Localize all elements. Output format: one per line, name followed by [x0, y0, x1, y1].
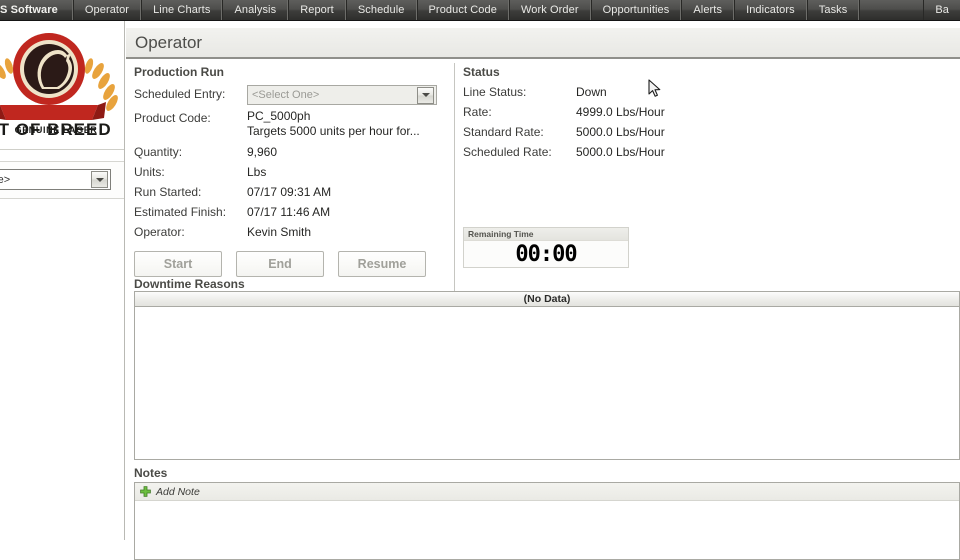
menu-item-tasks[interactable]: Tasks	[806, 0, 860, 20]
scheduled-rate-value: 5000.0 Lbs/Hour	[576, 145, 665, 159]
notes-grid[interactable]: Add Note	[134, 482, 960, 560]
remaining-time-caption: Remaining Time	[464, 228, 628, 241]
add-note-button[interactable]: Add Note	[135, 483, 959, 501]
standard-rate-label: Standard Rate:	[463, 125, 544, 139]
run-started-value: 07/17 09:31 AM	[247, 185, 332, 199]
sidebar-line-select[interactable]: One>	[0, 169, 111, 190]
field-line-status: Line Status: Down	[463, 83, 763, 102]
field-scheduled-entry: Scheduled Entry: <Select One>	[134, 85, 454, 105]
production-run-title: Production Run	[134, 65, 224, 79]
remaining-time-widget: Remaining Time 00:00	[463, 227, 629, 268]
menu-item-label: Analysis	[234, 4, 277, 16]
horse-head-emblem-icon: ST OF BREED	[0, 33, 118, 138]
field-rate: Rate: 4999.0 Lbs/Hour	[463, 103, 763, 122]
menu-item-label: Line Charts	[153, 4, 211, 16]
menu-item-label: Product Code	[428, 4, 497, 16]
sidebar-line-select-value: One>	[0, 173, 11, 186]
menu-item-label: Indicators	[746, 4, 795, 16]
chevron-down-icon[interactable]	[417, 86, 434, 104]
chevron-down-icon[interactable]	[91, 171, 108, 188]
scheduled-entry-value: <Select One>	[252, 89, 320, 101]
page-title: Operator	[135, 32, 203, 52]
field-run-started: Run Started: 07/17 09:31 AM	[134, 183, 454, 201]
status-panel: Status Line Status: Down Rate: 4999.0 Lb…	[463, 65, 763, 163]
menu-item-label: Ba	[935, 4, 949, 16]
menu-item-label: Tasks	[818, 4, 848, 16]
top-menu-bar: S Software Operator Line Charts Analysis…	[0, 0, 960, 21]
downtime-reasons-body[interactable]	[135, 307, 959, 459]
menu-spacer	[859, 0, 923, 20]
estimated-finish-label: Estimated Finish:	[134, 205, 227, 219]
quantity-label: Quantity:	[134, 145, 183, 159]
scheduled-entry-label: Scheduled Entry:	[134, 87, 226, 101]
mouse-cursor	[648, 79, 661, 97]
menu-item-label: Report	[300, 4, 334, 16]
sidebar-divider	[0, 149, 124, 150]
menu-item-label: Alerts	[693, 4, 723, 16]
field-product-code: Product Code: PC_5000ph Targets 5000 uni…	[134, 109, 454, 139]
resume-button[interactable]: Resume	[338, 251, 426, 277]
downtime-reasons-grid[interactable]: (No Data)	[134, 291, 960, 460]
panel-divider	[454, 63, 455, 311]
product-code-label: Product Code:	[134, 111, 211, 125]
menu-item-operator[interactable]: Operator	[72, 0, 142, 20]
rate-value: 4999.0 Lbs/Hour	[576, 105, 665, 119]
menu-item-schedule[interactable]: Schedule	[345, 0, 417, 20]
main-content: Operator Production Run Scheduled Entry:…	[126, 21, 960, 560]
estimated-finish-value: 07/17 11:46 AM	[247, 205, 331, 219]
run-started-label: Run Started:	[134, 185, 202, 199]
notes-title: Notes	[134, 466, 168, 480]
brand-tagline: GENUINE LAGER	[14, 125, 98, 135]
sidebar-line-select-container: One>	[0, 161, 124, 199]
scheduled-rate-label: Scheduled Rate:	[463, 145, 552, 159]
add-note-label: Add Note	[156, 485, 200, 498]
menu-item-truncated-right[interactable]: Ba	[923, 0, 960, 20]
operator-value: Kevin Smith	[247, 225, 312, 239]
remaining-time-value: 00:00	[515, 241, 577, 267]
brand-logo: ST OF BREED	[0, 21, 124, 138]
menu-brand[interactable]: S Software	[0, 0, 73, 20]
units-value: Lbs	[247, 165, 267, 179]
downtime-reasons-title: Downtime Reasons	[134, 277, 245, 291]
field-scheduled-rate: Scheduled Rate: 5000.0 Lbs/Hour	[463, 143, 763, 162]
downtime-reasons-header: (No Data)	[135, 292, 959, 307]
field-units: Units: Lbs	[134, 163, 454, 181]
menu-item-label: Work Order	[520, 4, 579, 16]
product-code-value: PC_5000ph	[247, 109, 311, 123]
page-header: Operator	[126, 28, 960, 59]
production-run-panel: Production Run Scheduled Entry: <Select …	[134, 65, 454, 277]
field-estimated-finish: Estimated Finish: 07/17 11:46 AM	[134, 203, 454, 221]
green-plus-icon	[140, 486, 151, 497]
quantity-value: 9,960	[247, 145, 278, 159]
start-button[interactable]: Start	[134, 251, 222, 277]
standard-rate-value: 5000.0 Lbs/Hour	[576, 125, 665, 139]
menu-item-report[interactable]: Report	[288, 0, 346, 20]
line-status-value: Down	[576, 85, 607, 99]
field-quantity: Quantity: 9,960	[134, 143, 454, 161]
end-button[interactable]: End	[236, 251, 324, 277]
menu-item-indicators[interactable]: Indicators	[734, 0, 807, 20]
menu-item-line-charts[interactable]: Line Charts	[141, 0, 223, 20]
menu-item-label: Opportunities	[602, 4, 670, 16]
menu-item-analysis[interactable]: Analysis	[222, 0, 289, 20]
rate-label: Rate:	[463, 105, 492, 119]
units-label: Units:	[134, 165, 165, 179]
field-standard-rate: Standard Rate: 5000.0 Lbs/Hour	[463, 123, 763, 142]
menu-item-opportunities[interactable]: Opportunities	[590, 0, 682, 20]
production-run-actions: Start End Resume	[134, 251, 454, 277]
menu-item-label: Operator	[84, 4, 130, 16]
status-title: Status	[463, 65, 500, 79]
line-status-label: Line Status:	[463, 85, 527, 99]
product-code-description: Targets 5000 units per hour for...	[247, 124, 420, 138]
field-operator: Operator: Kevin Smith	[134, 223, 454, 241]
menu-item-label: Schedule	[357, 4, 405, 16]
menu-item-product-code[interactable]: Product Code	[416, 0, 509, 20]
left-sidebar: ST OF BREED GENUINE LAGER One>	[0, 21, 125, 540]
menu-brand-label: S Software	[0, 4, 58, 16]
scheduled-entry-select[interactable]: <Select One>	[247, 85, 437, 105]
menu-item-work-order[interactable]: Work Order	[508, 0, 591, 20]
menu-item-alerts[interactable]: Alerts	[681, 0, 735, 20]
operator-label: Operator:	[134, 225, 185, 239]
